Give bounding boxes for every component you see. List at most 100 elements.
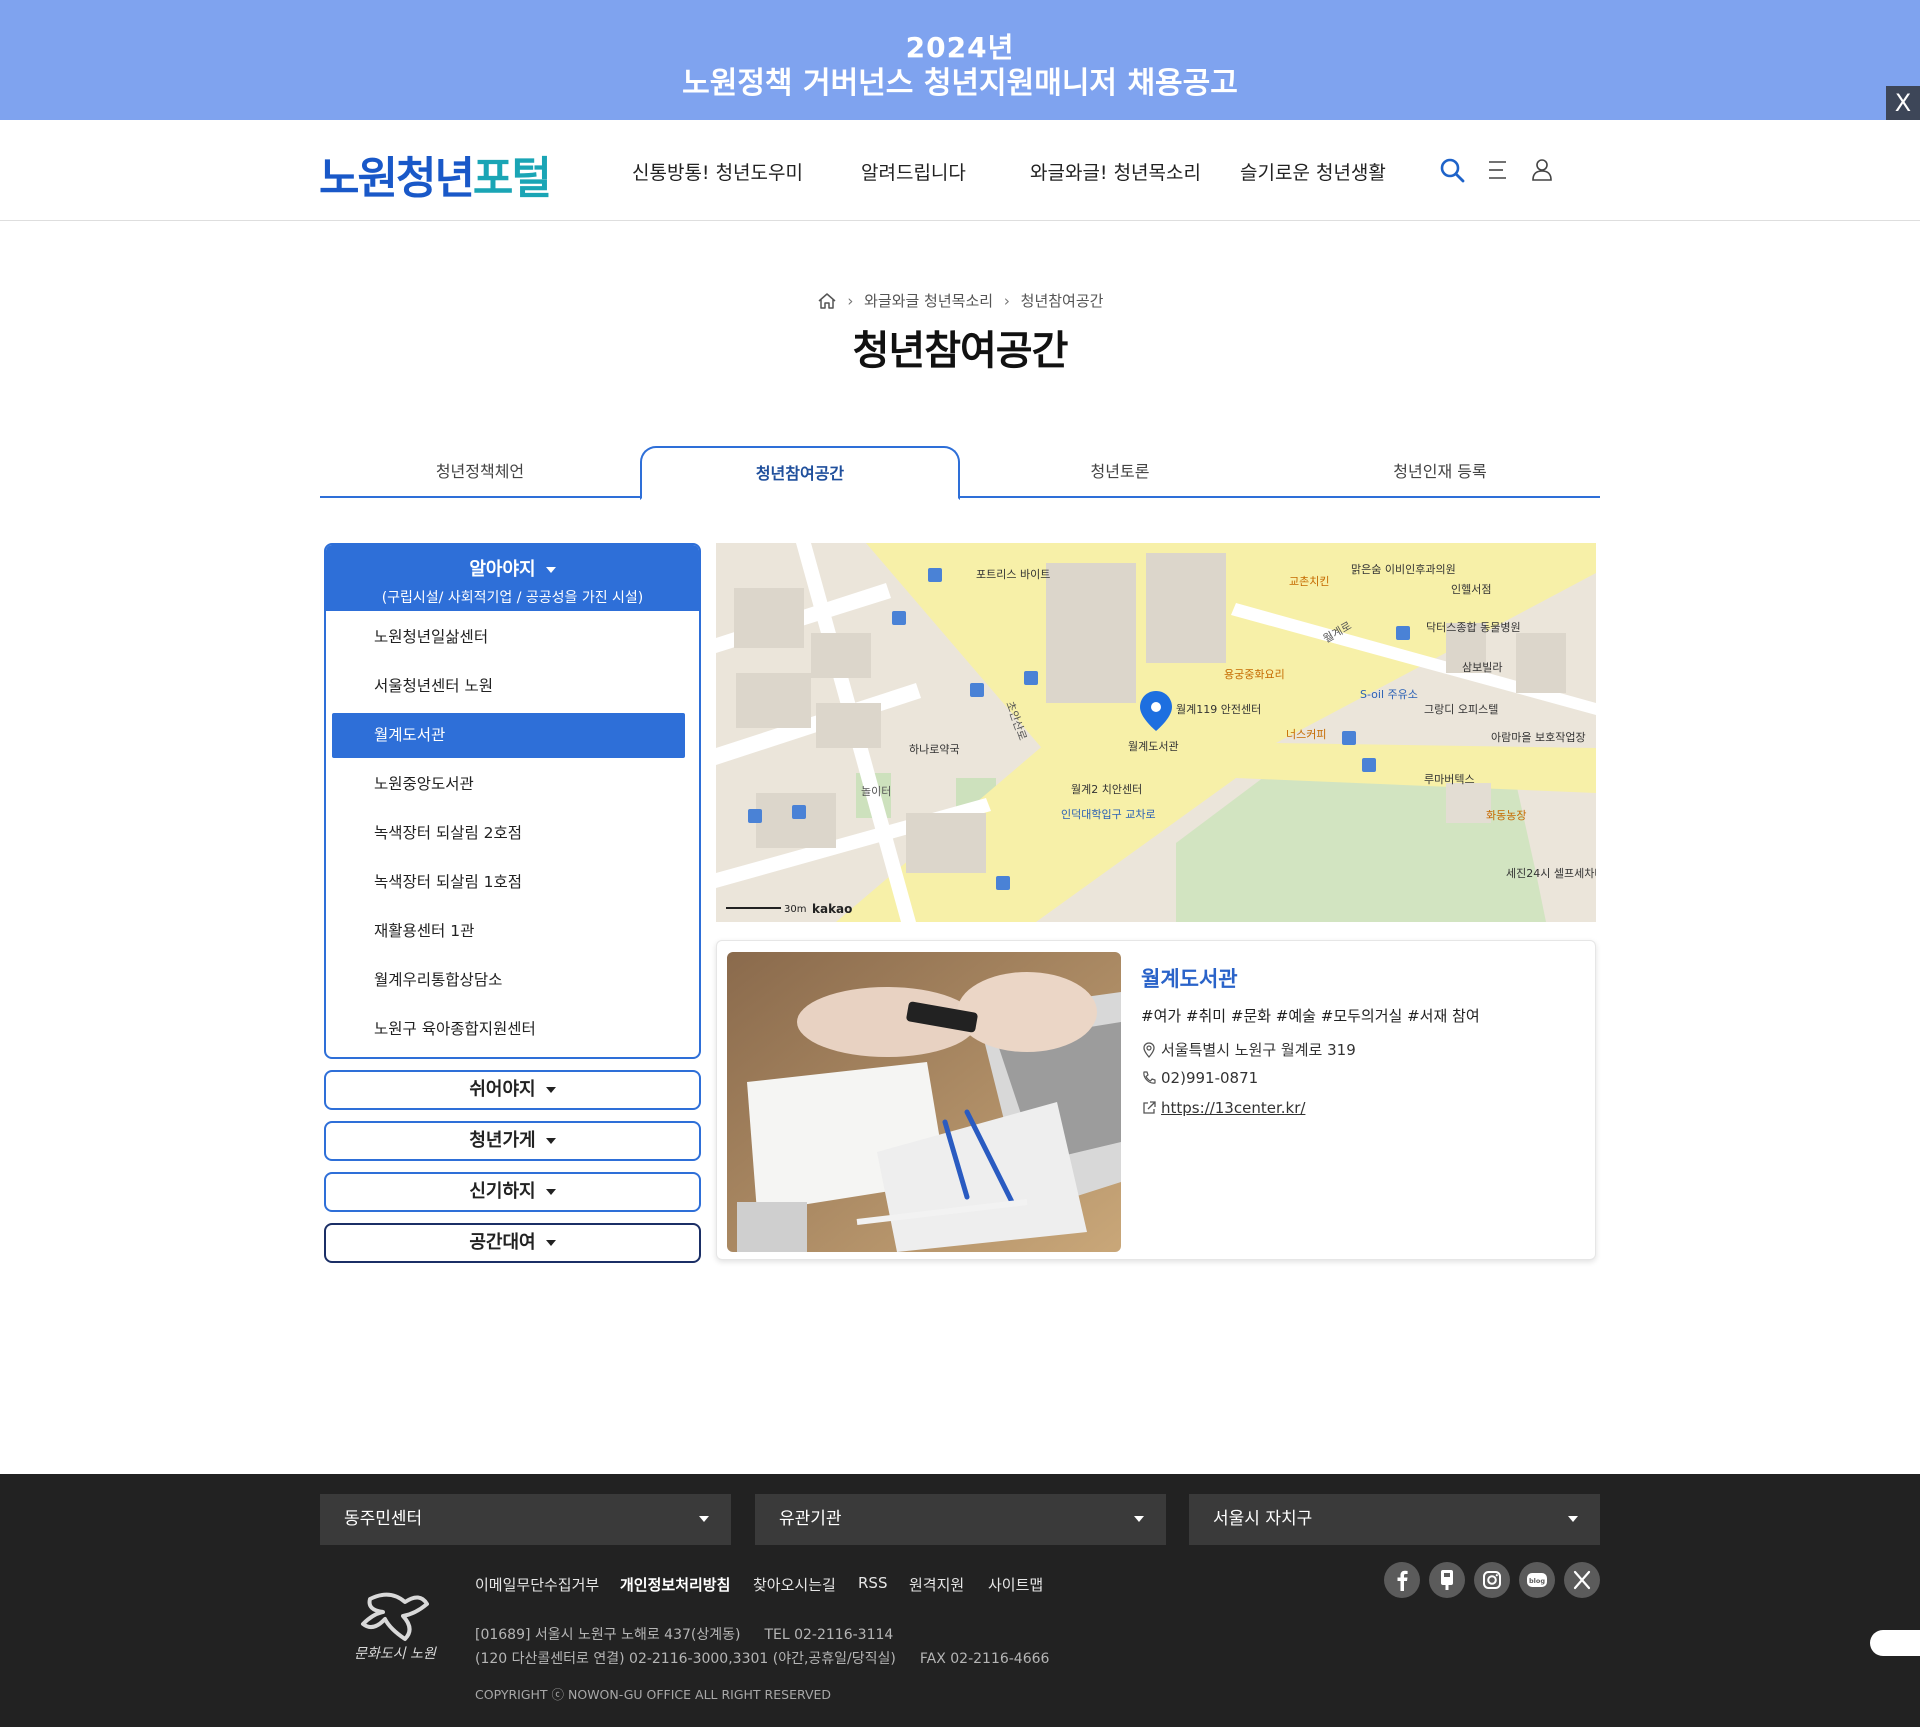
map-label: 포트리스 바이트	[976, 568, 1050, 581]
place-address-row: 서울특별시 노원구 월계로 319	[1141, 1039, 1356, 1060]
list-item[interactable]: 재활용센터 1관	[332, 909, 685, 954]
breadcrumb-item[interactable]: 와글와글 청년목소리	[864, 292, 993, 310]
tab-youth-debate[interactable]: 청년토론	[960, 446, 1280, 498]
location-icon	[1143, 1042, 1155, 1058]
category-sidebar: 알아야지 (구립시설/ 사회적기업 / 공공성을 가진 시설) 노원청년일삶센터…	[324, 543, 701, 1263]
footer-callcenter: (120 다산콜센터로 연결) 02-2116-3000,3301 (야간,공휴…	[475, 1651, 896, 1667]
tab-talent-registration[interactable]: 청년인재 등록	[1280, 446, 1600, 498]
map-label: 삼보빌라	[1462, 661, 1502, 674]
footer-link-directions[interactable]: 찾아오시는길	[753, 1574, 836, 1595]
map-label: 월계도서관	[1128, 740, 1179, 753]
list-item[interactable]: 녹색장터 되살림 2호점	[332, 811, 685, 856]
accordion-header-curious[interactable]: 신기하지	[324, 1172, 701, 1212]
caret-down-icon	[699, 1516, 709, 1522]
map-label: 용궁중화요리	[1224, 668, 1285, 681]
map-label: 월계2 치안센터	[1071, 783, 1142, 796]
logo-text-accent: 포털	[472, 153, 552, 204]
facebook-icon[interactable]	[1384, 1562, 1420, 1598]
home-icon[interactable]	[817, 291, 837, 311]
footer-link-remote-support[interactable]: 원격지원	[909, 1574, 964, 1595]
map-label: S-oil 주유소	[1360, 688, 1418, 701]
caret-down-icon	[545, 1138, 556, 1144]
place-url-row: https://13center.kr/	[1141, 1099, 1305, 1117]
search-icon[interactable]	[1438, 156, 1466, 184]
footer-copyright: COPYRIGHT ⓒ NOWON-GU OFFICE ALL RIGHT RE…	[475, 1687, 832, 1702]
list-item[interactable]: 노원중앙도서관	[332, 762, 685, 807]
footer-link-email-refusal[interactable]: 이메일무단수집거부	[475, 1574, 599, 1595]
breadcrumb: › 와글와글 청년목소리 › 청년참여공간	[0, 290, 1920, 311]
place-phone[interactable]: 02)991-0871	[1161, 1069, 1258, 1087]
list-item-active[interactable]: 월계도서관	[332, 713, 685, 758]
map-label: 월계119 안전센터	[1176, 703, 1261, 716]
footer-link-privacy[interactable]: 개인정보처리방침	[620, 1574, 730, 1595]
tab-participation-space[interactable]: 청년참여공간	[640, 446, 960, 500]
map-label: 화동농장	[1486, 809, 1526, 822]
chevron-right-icon: ›	[1003, 291, 1010, 310]
map-label: 인덕대학입구 교차로	[1061, 808, 1156, 821]
floating-side-tab[interactable]	[1870, 1630, 1920, 1656]
top-banner[interactable]: 2024년 노원정책 거버넌스 청년지원매니저 채용공고 X	[0, 0, 1920, 120]
breadcrumb-current: 청년참여공간	[1020, 292, 1104, 310]
list-item[interactable]: 녹색장터 되살림 1호점	[332, 860, 685, 905]
menu-icon[interactable]	[1484, 156, 1512, 184]
accordion-header-space-rental[interactable]: 공간대여	[324, 1223, 701, 1263]
accordion-title: 신기하지	[469, 1181, 536, 1202]
accordion-subtitle: (구립시설/ 사회적기업 / 공공성을 가진 시설)	[381, 590, 644, 606]
map-canvas[interactable]: 포트리스 바이트 하나로약국 월계119 안전센터 월계도서관 월계2 치안센터…	[716, 543, 1596, 922]
list-item[interactable]: 서울청년센터 노원	[332, 664, 685, 709]
banner-close-button[interactable]: X	[1886, 86, 1920, 120]
map-label: 맑은숨 이비인후과의원	[1351, 563, 1456, 576]
map-label: 아람마을 보호작업장	[1491, 731, 1586, 744]
instagram-icon[interactable]	[1474, 1562, 1510, 1598]
list-item[interactable]: 월계우리통합상담소	[332, 958, 685, 1003]
user-icon[interactable]	[1528, 156, 1556, 184]
select-related-agencies[interactable]: 유관기관	[755, 1494, 1166, 1545]
caret-down-icon	[545, 1087, 556, 1093]
footer-address-line2: (120 다산콜센터로 연결) 02-2116-3000,3301 (야간,공휴…	[475, 1648, 1049, 1668]
caret-down-icon	[1134, 1516, 1144, 1522]
list-item[interactable]: 노원청년일삶센터	[332, 615, 685, 660]
accordion-group-open: 알아야지 (구립시설/ 사회적기업 / 공공성을 가진 시설) 노원청년일삶센터…	[324, 543, 701, 1059]
map-label: 루마버텍스	[1424, 773, 1475, 786]
list-item[interactable]: 노원구 육아종합지원센터	[332, 1007, 685, 1052]
footer-link-sitemap[interactable]: 사이트맵	[988, 1574, 1043, 1595]
place-phone-row: 02)991-0871	[1141, 1069, 1258, 1087]
page-title: 청년참여공간	[852, 328, 1069, 374]
site-logo[interactable]: 노원청년포털	[319, 142, 552, 206]
select-seoul-districts[interactable]: 서울시 자치구	[1189, 1494, 1600, 1545]
place-list: 노원청년일삶센터 서울청년센터 노원 월계도서관 노원중앙도서관 녹색장터 되살…	[326, 611, 699, 1052]
tab-bar: 청년정책체언 청년참여공간 청년토론 청년인재 등록	[320, 446, 1600, 500]
accordion-header-rest[interactable]: 쉬어야지	[324, 1070, 701, 1110]
map-label: 닥터스종합 동물병원	[1426, 621, 1521, 634]
nav-youth-life[interactable]: 슬기로운 청년생활	[1240, 158, 1386, 185]
nav-youth-helper[interactable]: 신통방통! 청년도우미	[632, 158, 803, 185]
nav-notices[interactable]: 알려드립니다	[861, 158, 966, 185]
blog-icon[interactable]: blog	[1519, 1562, 1555, 1598]
accordion-title: 청년가게	[469, 1130, 536, 1151]
accordion-header-know[interactable]: 알아야지 (구립시설/ 사회적기업 / 공공성을 가진 시설)	[326, 545, 699, 611]
accordion-title: 공간대여	[469, 1232, 536, 1253]
kakao-logo: kakao	[812, 902, 852, 916]
map-label: 너스커피	[1286, 728, 1326, 741]
tab-policy-proposal[interactable]: 청년정책체언	[320, 446, 640, 498]
map-label: 하나로약국	[909, 742, 960, 756]
footer-logo-text: 문화도시 노원	[354, 1646, 437, 1662]
footer-address: [01689] 서울시 노원구 노해로 437(상계동)	[475, 1627, 741, 1643]
banner-title[interactable]: 노원정책 거버넌스 청년지원매니저 채용공고	[0, 58, 1920, 102]
location-map[interactable]: 포트리스 바이트 하나로약국 월계119 안전센터 월계도서관 월계2 치안센터…	[716, 543, 1596, 922]
map-label: 세진24시 셀프세차타운	[1506, 867, 1596, 880]
footer-link-rss[interactable]: RSS	[858, 1574, 887, 1592]
podcast-icon[interactable]	[1429, 1562, 1465, 1598]
select-community-center[interactable]: 동주민센터	[320, 1494, 731, 1545]
place-info-card: 월계도서관 #여가 #취미 #문화 #예술 #모두의거실 #서재 참여 서울특별…	[716, 940, 1596, 1260]
place-photo	[727, 952, 1121, 1252]
place-name: 월계도서관	[1141, 967, 1238, 991]
x-icon[interactable]	[1564, 1562, 1600, 1598]
site-footer: 동주민센터 유관기관 서울시 자치구 문화도시 노원 이메일무단수집거부 개인정…	[0, 1474, 1920, 1727]
place-url-link[interactable]: https://13center.kr/	[1161, 1099, 1305, 1117]
map-scale: 30m	[784, 904, 806, 915]
external-link-icon	[1143, 1101, 1156, 1114]
nav-youth-voice[interactable]: 와글와글! 청년목소리	[1030, 158, 1201, 185]
map-label: 그랑디 오피스텔	[1424, 703, 1498, 716]
accordion-header-youth-shop[interactable]: 청년가게	[324, 1121, 701, 1161]
